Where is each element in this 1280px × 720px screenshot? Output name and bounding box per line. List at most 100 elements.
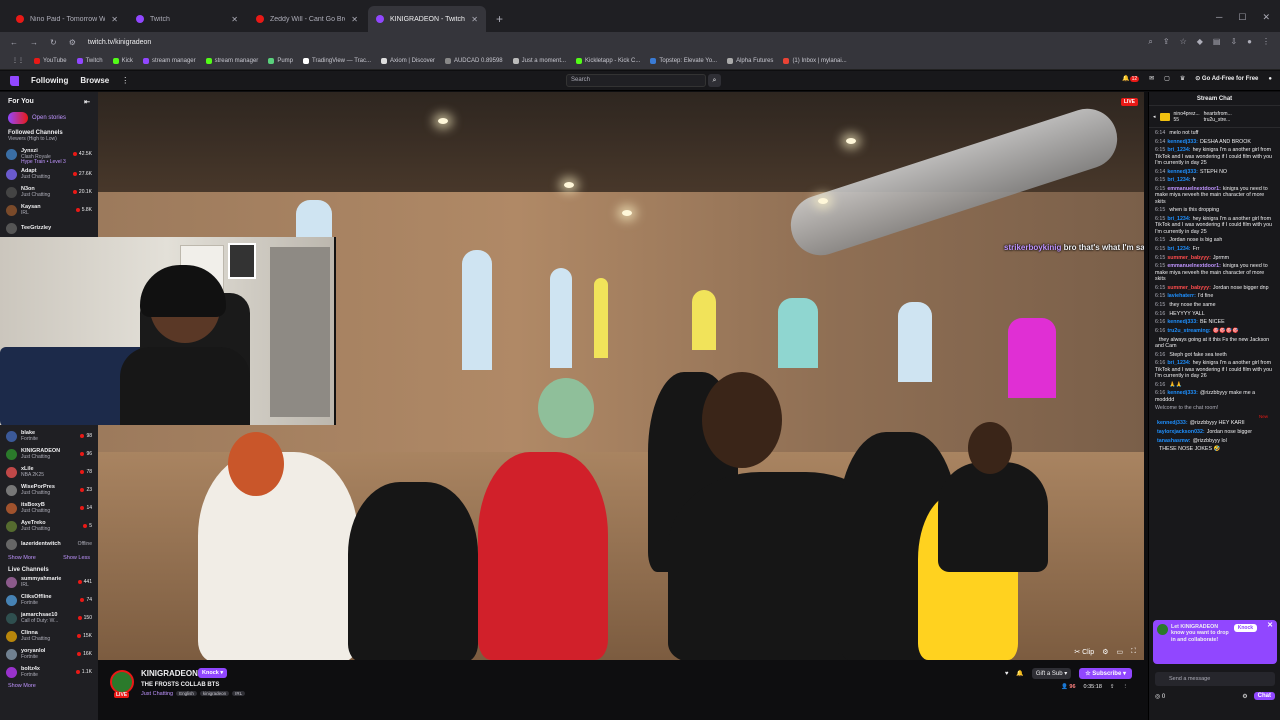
bookmark[interactable]: Topstep: Elevate Yo... <box>650 57 717 64</box>
user-avatar[interactable]: ● <box>1268 76 1272 82</box>
chat-username[interactable]: bri_1234: <box>1167 246 1190 252</box>
sidebar-channel[interactable]: Clinna Just Chatting 15K <box>0 627 98 645</box>
sidebar-channel[interactable]: summyahmarie IRL 441 <box>0 573 98 591</box>
streamer-avatar[interactable] <box>110 670 134 694</box>
more-icon[interactable]: ⋮ <box>121 76 129 85</box>
sidebar-channel[interactable]: blake Fortnite 98 <box>0 427 98 445</box>
chat-input[interactable]: Send a message <box>1155 672 1275 686</box>
gear-icon[interactable]: ⚙ <box>1242 693 1247 700</box>
site-info-icon[interactable]: ⚙ <box>69 38 76 47</box>
chat-username[interactable]: kennedj333: <box>1167 319 1198 325</box>
close-icon[interactable]: ✕ <box>111 15 118 24</box>
share-icon[interactable]: ⇪ <box>1110 684 1115 690</box>
share-icon[interactable]: ⇪ <box>1163 37 1170 47</box>
chat-username[interactable]: bri_1234: <box>1167 360 1190 366</box>
sidebar-channel[interactable]: yoryanlol Fortnite 16K <box>0 645 98 663</box>
bookmark[interactable]: YouTube <box>34 57 67 64</box>
bookmark[interactable]: stream manager <box>205 57 258 64</box>
forward-icon[interactable]: → <box>30 38 38 47</box>
search-icon[interactable]: ⌕ <box>708 74 721 87</box>
fullscreen-icon[interactable]: ⛶ <box>1131 648 1136 656</box>
more-icon[interactable]: ⋮ <box>1123 684 1129 690</box>
open-stories-button[interactable]: Open stories <box>0 110 98 126</box>
chat-username[interactable]: summer_babyyy: <box>1167 255 1211 261</box>
show-more-live-link[interactable]: Show More <box>8 683 36 689</box>
collapse-icon[interactable]: ⇤ <box>84 98 90 106</box>
close-window-icon[interactable]: ✕ <box>1262 12 1270 23</box>
chat-username[interactable]: bri_1234: <box>1167 147 1190 153</box>
sidebar-channel[interactable]: xLile NBA 2K25 78 <box>0 463 98 481</box>
sidebar-channel[interactable]: CliksOffline Fortnite 74 <box>0 591 98 609</box>
close-icon[interactable]: ✕ <box>351 15 358 24</box>
browser-tab[interactable]: Nino Paid - Tomorrow Will Be✕ <box>8 6 126 32</box>
chat-username[interactable]: tru2u_streaming: <box>1167 328 1210 334</box>
close-icon[interactable]: ✕ <box>1267 622 1273 629</box>
bookmark[interactable]: Alpha Futures <box>727 57 773 64</box>
reload-icon[interactable]: ↻ <box>50 38 57 47</box>
bookmark[interactable]: AUDCAD 0.89598 <box>444 57 503 64</box>
followed-channels-sort[interactable]: Viewers (High to Low) <box>0 136 98 145</box>
bookmark[interactable]: TradingView — Trac... <box>303 57 371 64</box>
bookmark[interactable]: Kick <box>112 57 133 64</box>
sidebar-channel[interactable]: Kaysan IRL 5.8K <box>0 201 98 219</box>
knock-button[interactable]: Knock ▾ <box>198 668 228 678</box>
bookmark[interactable]: Axiom | Discover <box>381 57 435 64</box>
chat-username[interactable]: bri_1234: <box>1167 216 1190 222</box>
url-field[interactable]: twitch.tv/kinigradeon <box>88 39 1137 46</box>
close-icon[interactable]: ✕ <box>471 15 478 24</box>
streamer-name[interactable]: KINIGRADEON <box>141 669 198 678</box>
collab-knock-button[interactable]: Knock <box>1233 624 1257 633</box>
subscribe-button[interactable]: ☆ Subscribe ▾ <box>1079 668 1132 679</box>
gear-icon[interactable]: ⚙ <box>1102 648 1108 656</box>
sidebar-channel[interactable]: Adapt Just Chatting 27.6K <box>0 165 98 183</box>
theatre-icon[interactable]: ▭ <box>1116 648 1123 656</box>
apps-icon[interactable]: ⋮⋮ <box>12 57 24 64</box>
browser-tab-active[interactable]: KINIGRADEON - Twitch ✕ <box>368 6 486 32</box>
menu-icon[interactable]: ⋮ <box>1262 37 1270 47</box>
bookmark[interactable]: (1) Inbox | mylanai... <box>783 57 847 64</box>
zoom-icon[interactable]: ⌕ <box>1148 37 1152 47</box>
chat-username[interactable]: laviehaterr: <box>1167 293 1196 299</box>
bookmark-star-icon[interactable]: ☆ <box>1180 37 1187 47</box>
chat-username[interactable]: summer_babyyy: <box>1167 285 1211 291</box>
whispers-icon[interactable]: ▢ <box>1164 75 1170 82</box>
show-more-link[interactable]: Show More <box>8 555 36 561</box>
chat-send-button[interactable]: Chat <box>1253 692 1275 700</box>
minimize-icon[interactable]: ─ <box>1216 12 1222 23</box>
sidebar-channel[interactable]: TeeGrizzley <box>0 219 98 237</box>
downloads-icon[interactable]: ⇩ <box>1230 37 1237 47</box>
tag[interactable]: English <box>176 691 197 696</box>
browser-tab[interactable]: Twitch ✕ <box>128 6 246 32</box>
back-icon[interactable]: ← <box>10 38 18 47</box>
twitch-logo-icon[interactable] <box>10 75 19 86</box>
tag[interactable]: kinigradeon <box>199 691 230 696</box>
chat-username[interactable]: emmanuelnextdoor1: <box>1167 186 1221 192</box>
sidebar-channel[interactable]: WisePorPres Just Chatting 23 <box>0 481 98 499</box>
channel-points[interactable]: ◎ 0 <box>1155 693 1165 700</box>
chat-username[interactable]: emmanuelnextdoor1: <box>1167 263 1221 269</box>
sidebar-channel[interactable]: KINIGRADEON Just Chatting 96 <box>0 445 98 463</box>
sidepanel-icon[interactable]: ▤ <box>1213 37 1221 47</box>
new-tab-button[interactable]: + <box>488 12 511 32</box>
crown-icon[interactable]: ♛ <box>1180 75 1185 82</box>
following-link[interactable]: Following <box>31 76 68 85</box>
chat-username[interactable]: kennedj333: <box>1167 390 1198 396</box>
bookmark[interactable]: Pump <box>268 57 293 64</box>
profile-icon[interactable]: ● <box>1247 37 1252 47</box>
bell-icon[interactable]: 🔔 <box>1016 670 1023 677</box>
show-less-link[interactable]: Show Less <box>63 555 90 561</box>
heart-icon[interactable]: ♥ <box>1005 671 1009 677</box>
notifications-icon[interactable]: 🔔 12 <box>1122 75 1140 82</box>
extensions-icon[interactable]: ◆ <box>1197 37 1203 47</box>
sidebar-channel[interactable]: itsBoxyB Just Chatting 14 <box>0 499 98 517</box>
close-icon[interactable]: ✕ <box>231 15 238 24</box>
bookmark[interactable]: Twitch <box>76 57 103 64</box>
browser-tab[interactable]: Zeddy Will - Cant Go Broke (R✕ <box>248 6 366 32</box>
chat-username[interactable]: bri_1234: <box>1167 177 1190 183</box>
tag[interactable]: IRL <box>232 691 246 696</box>
sidebar-channel[interactable]: lazeridentwitch Offline <box>0 535 98 553</box>
bookmark[interactable]: Kickletapp - Kick C... <box>576 57 640 64</box>
chat-username[interactable]: kennedj333: <box>1157 420 1188 426</box>
sidebar-channel[interactable]: jamarchsae10 Call of Duty: W... 150 <box>0 609 98 627</box>
ad-free-button[interactable]: ⊙ Go Ad-Free for Free <box>1195 75 1258 82</box>
